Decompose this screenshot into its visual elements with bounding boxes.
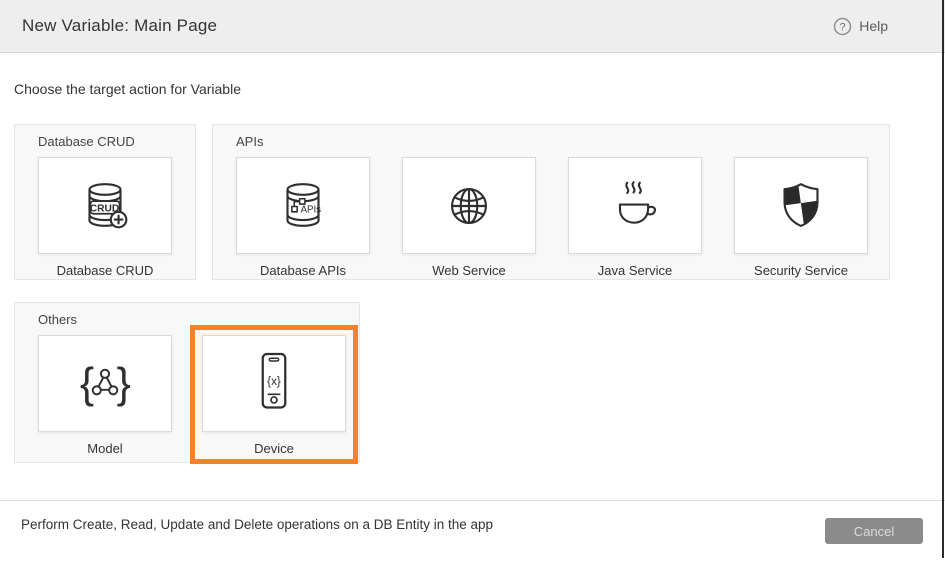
cancel-button[interactable]: Cancel xyxy=(825,518,923,544)
footer-divider xyxy=(0,500,945,501)
svg-text:}: } xyxy=(117,359,131,407)
tile-icon-box: { } xyxy=(38,335,172,432)
tile-label: Model xyxy=(87,441,122,456)
shield-icon xyxy=(770,175,832,237)
page-title: New Variable: Main Page xyxy=(22,16,217,36)
braces-model-icon: { } xyxy=(74,353,136,415)
group-apis: APIs APIs Database APIs xyxy=(212,124,890,280)
window-edge xyxy=(942,0,944,558)
help-label: Help xyxy=(859,18,888,34)
tile-icon-box xyxy=(734,157,868,254)
tile-label: Java Service xyxy=(598,263,672,278)
svg-text:?: ? xyxy=(840,21,846,33)
database-apis-icon: APIs xyxy=(272,175,334,237)
coffee-cup-icon xyxy=(604,175,666,237)
tile-icon-box: CRUD xyxy=(38,157,172,254)
group-label: APIs xyxy=(236,134,263,149)
tile-security-service[interactable]: Security Service xyxy=(734,157,868,278)
tile-database-crud[interactable]: CRUD Database CRUD xyxy=(38,157,172,278)
svg-text:{: { xyxy=(80,359,94,407)
tile-icon-box: {x} xyxy=(202,335,346,432)
tile-web-service[interactable]: Web Service xyxy=(402,157,536,278)
tile-java-service[interactable]: Java Service xyxy=(568,157,702,278)
tile-device-selected[interactable]: {x} Device xyxy=(190,325,358,464)
tile-icon-box: APIs xyxy=(236,157,370,254)
help-question-icon: ? xyxy=(833,17,852,36)
group-label: Database CRUD xyxy=(38,134,135,149)
action-description: Perform Create, Read, Update and Delete … xyxy=(21,517,493,532)
tile-label: Device xyxy=(254,441,294,456)
tile-label: Web Service xyxy=(432,263,505,278)
mobile-device-icon: {x} xyxy=(244,349,304,419)
help-button[interactable]: ? Help xyxy=(833,17,888,36)
tile-database-apis[interactable]: APIs Database APIs xyxy=(236,157,370,278)
tile-label: Database CRUD xyxy=(57,263,154,278)
group-others: Others { } Model {x} xyxy=(14,302,360,463)
dialog-header: New Variable: Main Page ? Help xyxy=(0,0,945,53)
group-label: Others xyxy=(38,312,77,327)
group-database-crud: Database CRUD CRUD Database CRUD xyxy=(14,124,196,280)
tile-label: Database APIs xyxy=(260,263,346,278)
tile-model[interactable]: { } Model xyxy=(38,335,172,456)
database-crud-icon: CRUD xyxy=(74,175,136,237)
choose-action-text: Choose the target action for Variable xyxy=(14,81,241,97)
globe-icon xyxy=(438,175,500,237)
tile-icon-box xyxy=(568,157,702,254)
svg-text:APIs: APIs xyxy=(301,204,322,215)
tile-icon-box xyxy=(402,157,536,254)
tile-label: Security Service xyxy=(754,263,848,278)
svg-text:{x}: {x} xyxy=(267,374,281,387)
